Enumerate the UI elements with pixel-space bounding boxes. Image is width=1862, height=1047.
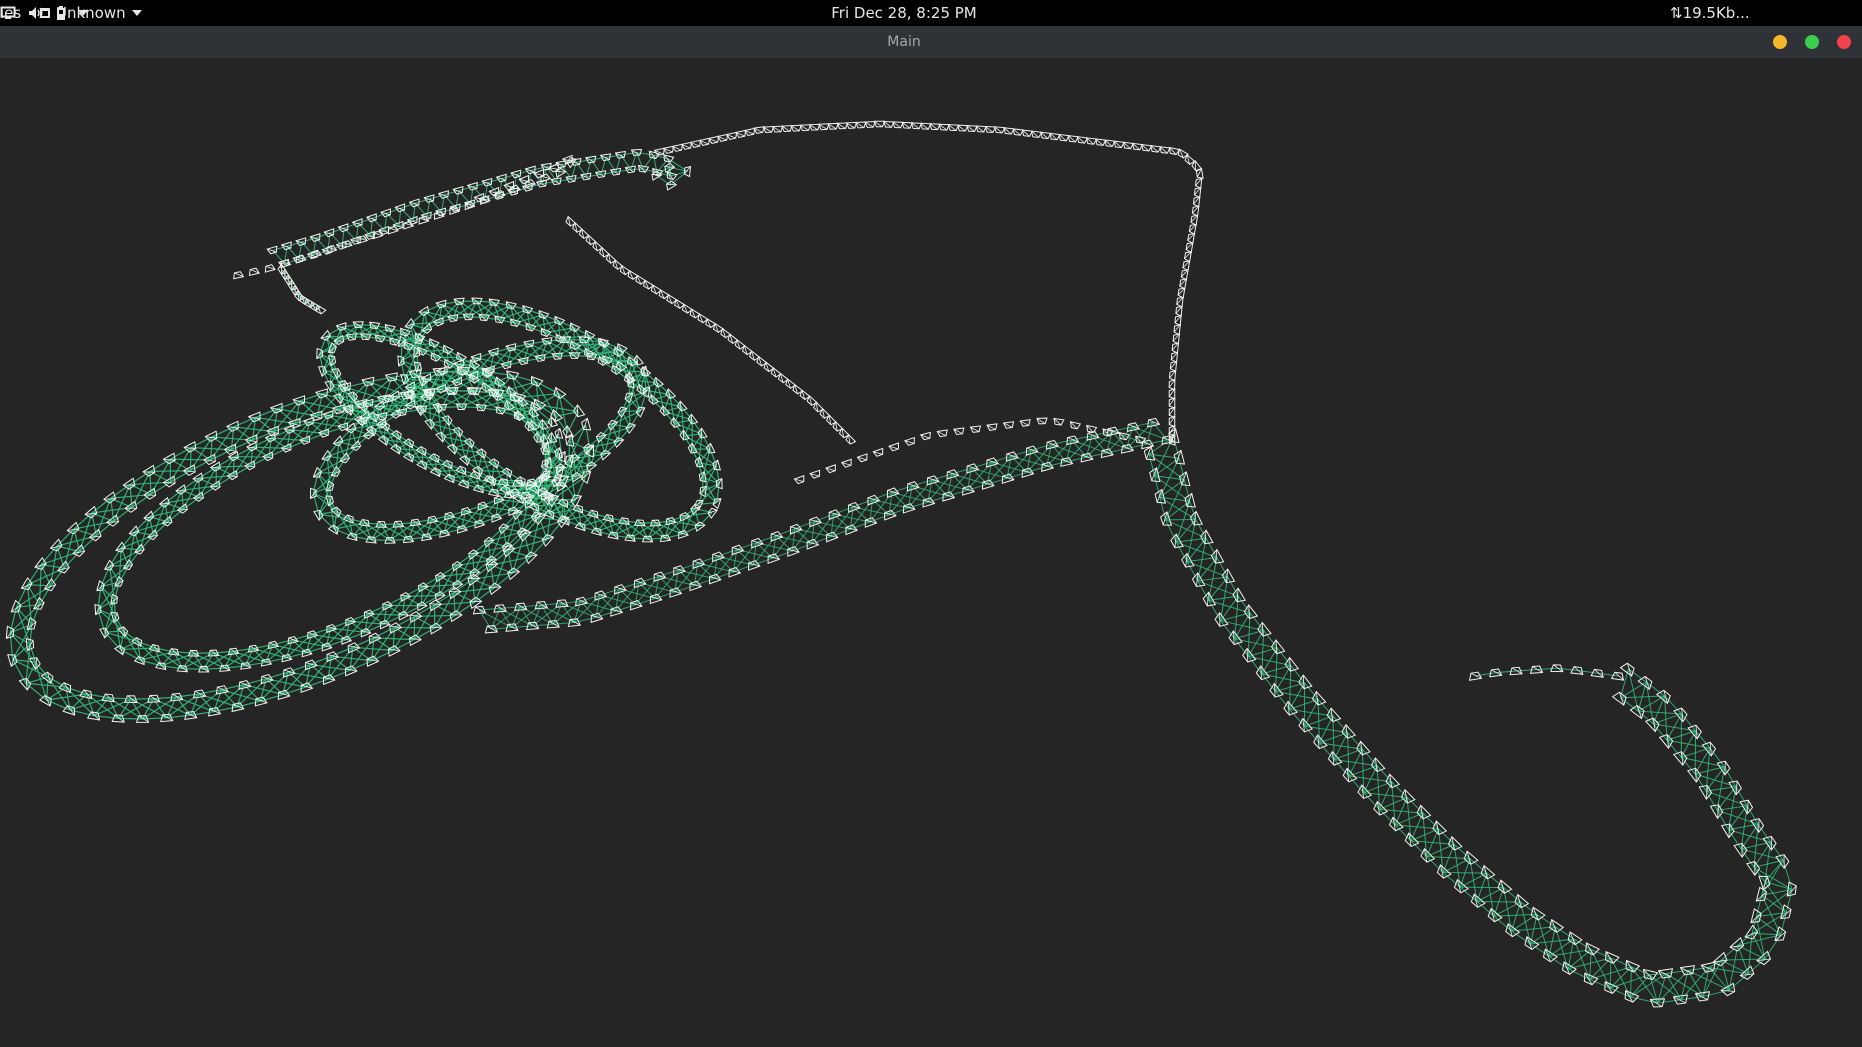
close-button[interactable] — [1837, 35, 1851, 49]
camera-poses — [5, 120, 1797, 1008]
window-titlebar[interactable]: Main — [0, 26, 1862, 58]
window-title: Main — [887, 34, 921, 50]
maximize-button[interactable] — [1805, 35, 1819, 49]
3d-viewport[interactable] — [0, 58, 1862, 1047]
network-speed-indicator[interactable]: ⇅19.5Kb... — [1670, 0, 1750, 26]
pose-graph-edges — [9, 151, 1793, 1004]
trajectory-graph[interactable] — [0, 58, 1862, 1047]
top-panel: ies Unknown Fri Dec 28, 8:25 PM ⇅19.5Kb.… — [0, 0, 1862, 26]
clock[interactable]: Fri Dec 28, 8:25 PM — [0, 0, 1808, 26]
minimize-button[interactable] — [1773, 35, 1787, 49]
